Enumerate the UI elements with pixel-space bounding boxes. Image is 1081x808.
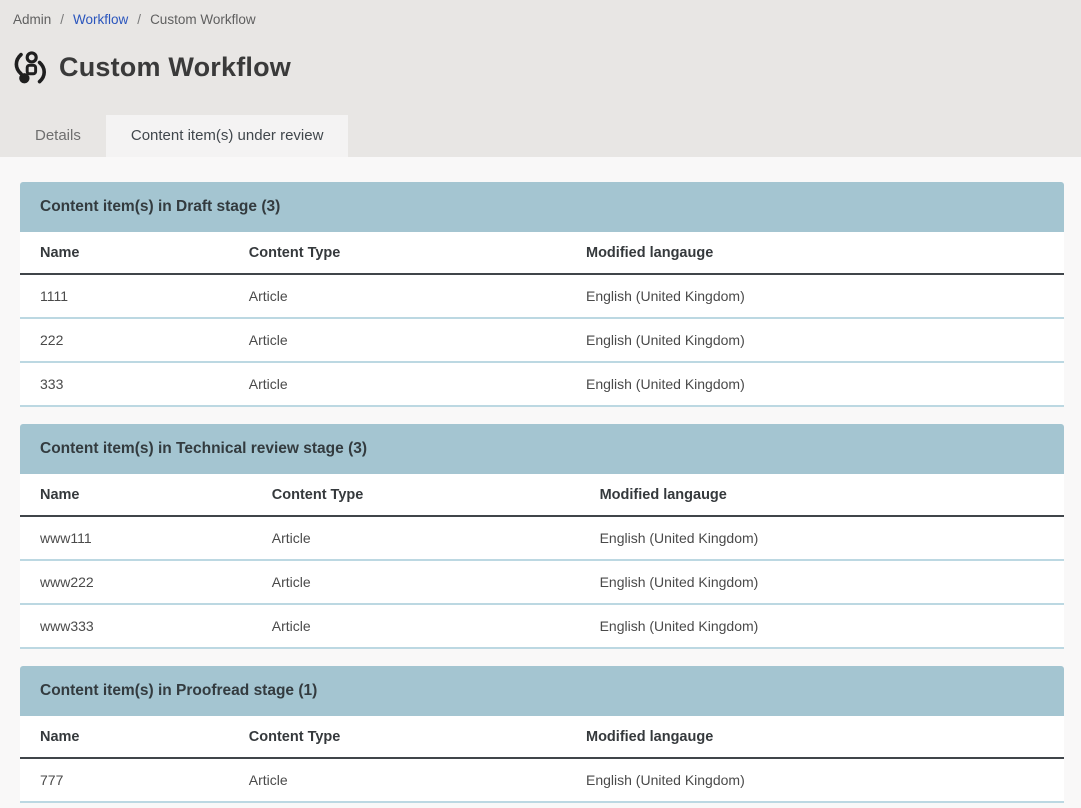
cell-name: 333 (20, 362, 229, 406)
stage-table-technical-review: Name Content Type Modified langauge www1… (20, 474, 1064, 649)
table-header-row: Name Content Type Modified langauge (20, 232, 1064, 274)
table-row: www222 Article English (United Kingdom) (20, 560, 1064, 604)
stage-table-proofread: Name Content Type Modified langauge 777 … (20, 716, 1064, 803)
cell-modified-language: English (United Kingdom) (580, 560, 1064, 604)
stage-header-draft: Content item(s) in Draft stage (3) (20, 182, 1064, 232)
cell-name: 222 (20, 318, 229, 362)
tab-bar: Details Content item(s) under review (10, 115, 348, 157)
table-row: 222 Article English (United Kingdom) (20, 318, 1064, 362)
breadcrumb-separator: / (60, 12, 64, 27)
cell-name: www111 (20, 516, 252, 560)
column-header-name: Name (20, 232, 229, 274)
cell-content-type: Article (229, 362, 566, 406)
stage-section-technical-review: Content item(s) in Technical review stag… (20, 424, 1064, 649)
column-header-name: Name (20, 474, 252, 516)
column-header-content-type: Content Type (229, 232, 566, 274)
breadcrumb-item-admin: Admin (13, 12, 51, 27)
stage-header-technical-review: Content item(s) in Technical review stag… (20, 424, 1064, 474)
column-header-modified-language: Modified langauge (566, 232, 1064, 274)
table-row: 777 Article English (United Kingdom) (20, 758, 1064, 802)
cell-content-type: Article (229, 274, 566, 318)
cell-content-type: Article (252, 560, 580, 604)
cell-modified-language: English (United Kingdom) (566, 758, 1064, 802)
cell-modified-language: English (United Kingdom) (566, 362, 1064, 406)
tab-details[interactable]: Details (10, 115, 106, 157)
table-row: 1111 Article English (United Kingdom) (20, 274, 1064, 318)
cell-modified-language: English (United Kingdom) (580, 516, 1064, 560)
page-title: Custom Workflow (59, 52, 291, 83)
column-header-name: Name (20, 716, 229, 758)
cell-name: www222 (20, 560, 252, 604)
cell-content-type: Article (229, 318, 566, 362)
breadcrumb-separator: / (137, 12, 141, 27)
column-header-content-type: Content Type (229, 716, 566, 758)
cell-name: 777 (20, 758, 229, 802)
stage-section-draft: Content item(s) in Draft stage (3) Name … (20, 182, 1064, 407)
page-title-row: Custom Workflow (12, 49, 1069, 85)
cell-name: www333 (20, 604, 252, 648)
table-header-row: Name Content Type Modified langauge (20, 716, 1064, 758)
table-row: www333 Article English (United Kingdom) (20, 604, 1064, 648)
column-header-content-type: Content Type (252, 474, 580, 516)
tab-content-items-under-review[interactable]: Content item(s) under review (106, 115, 349, 157)
cell-content-type: Article (252, 604, 580, 648)
stage-table-draft: Name Content Type Modified langauge 1111… (20, 232, 1064, 407)
cell-content-type: Article (229, 758, 566, 802)
breadcrumb-item-current: Custom Workflow (150, 12, 256, 27)
cell-name: 1111 (20, 274, 229, 318)
main-content: Content item(s) in Draft stage (3) Name … (0, 157, 1081, 803)
breadcrumb: Admin / Workflow / Custom Workflow (12, 12, 1069, 27)
cell-modified-language: English (United Kingdom) (580, 604, 1064, 648)
table-header-row: Name Content Type Modified langauge (20, 474, 1064, 516)
cell-modified-language: English (United Kingdom) (566, 318, 1064, 362)
table-row: www111 Article English (United Kingdom) (20, 516, 1064, 560)
workflow-icon (12, 49, 48, 85)
breadcrumb-item-workflow[interactable]: Workflow (73, 12, 128, 27)
column-header-modified-language: Modified langauge (580, 474, 1064, 516)
stage-header-proofread: Content item(s) in Proofread stage (1) (20, 666, 1064, 716)
table-row: 333 Article English (United Kingdom) (20, 362, 1064, 406)
cell-content-type: Article (252, 516, 580, 560)
column-header-modified-language: Modified langauge (566, 716, 1064, 758)
stage-section-proofread: Content item(s) in Proofread stage (1) N… (20, 666, 1064, 803)
cell-modified-language: English (United Kingdom) (566, 274, 1064, 318)
page-header: Admin / Workflow / Custom Workflow Custo… (0, 0, 1081, 157)
